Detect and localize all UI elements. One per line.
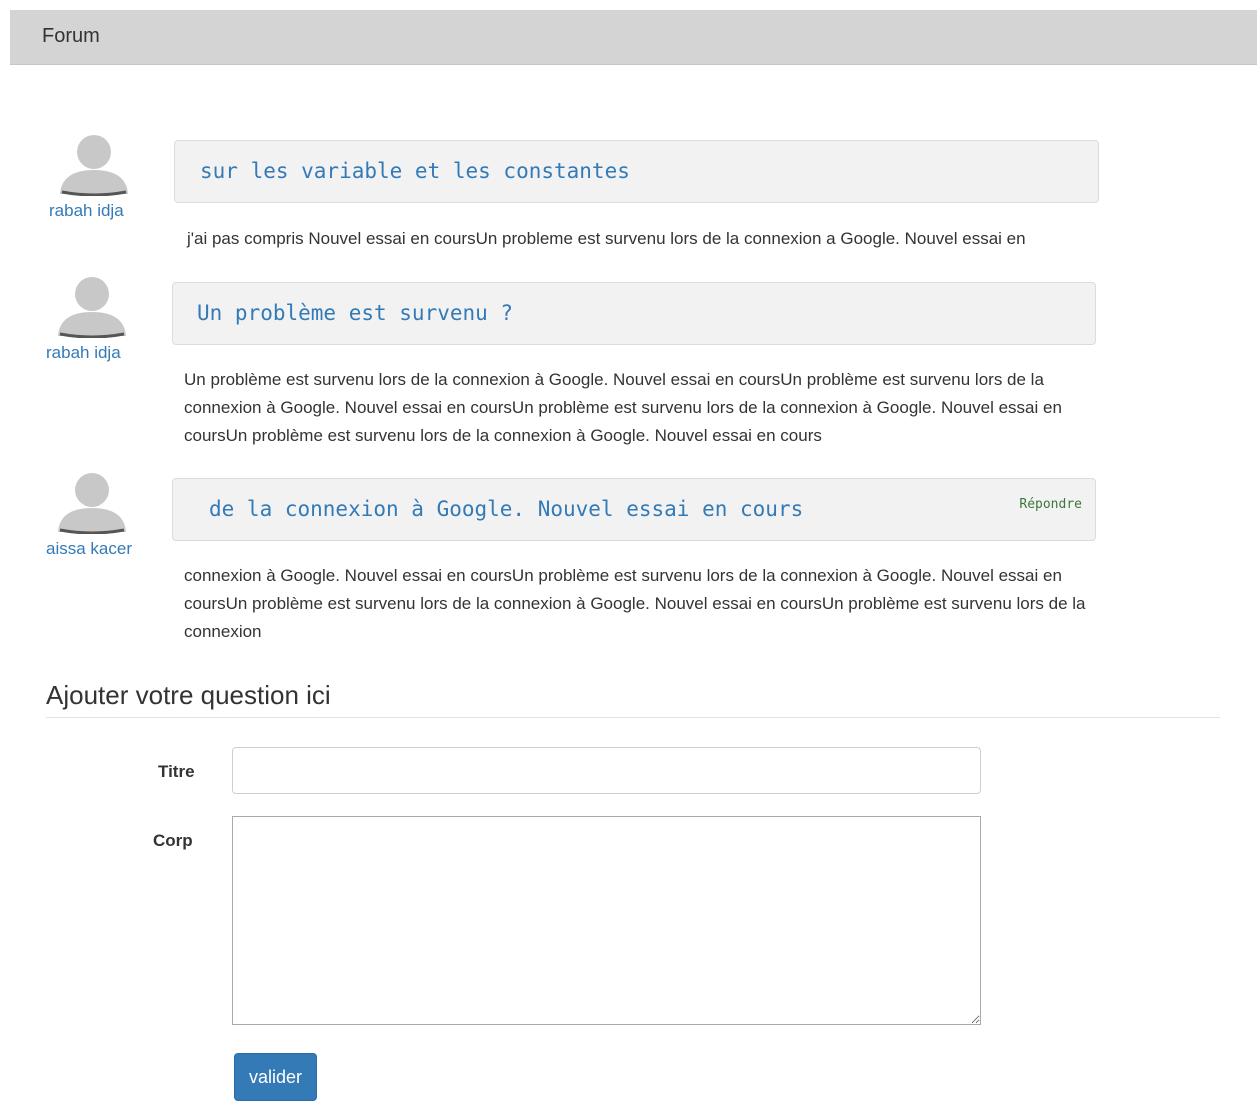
section-divider: [46, 717, 1220, 718]
post-author[interactable]: aissa kacer: [46, 539, 132, 559]
post-title-box: Un problème est survenu ?: [172, 282, 1096, 345]
user-silhouette-icon: [58, 277, 126, 338]
post-author[interactable]: rabah idja: [49, 201, 124, 221]
post-title-box: de la connexion à Google. Nouvel essai e…: [172, 478, 1096, 541]
reply-link[interactable]: Répondre: [1019, 497, 1082, 512]
post-body: Un problème est survenu lors de la conne…: [184, 370, 1062, 445]
post-body: connexion à Google. Nouvel essai en cour…: [184, 566, 1086, 641]
avatar: [54, 130, 134, 196]
post-title[interactable]: sur les variable et les constantes: [200, 159, 630, 183]
body-textarea[interactable]: [232, 816, 981, 1025]
title-label: Titre: [158, 762, 195, 781]
top-navbar: Forum: [10, 10, 1257, 65]
user-silhouette-icon: [58, 473, 126, 534]
post-title[interactable]: Un problème est survenu ?: [197, 301, 513, 325]
title-input[interactable]: [232, 747, 981, 794]
post-title[interactable]: de la connexion à Google. Nouvel essai e…: [209, 497, 803, 521]
post-title-box: sur les variable et les constantes: [174, 140, 1099, 203]
body-label: Corp: [153, 831, 193, 850]
avatar: [52, 468, 132, 534]
submit-button[interactable]: valider: [234, 1053, 317, 1101]
forum-title[interactable]: Forum: [42, 25, 100, 48]
avatar: [52, 272, 132, 338]
form-heading: Ajouter votre question ici: [46, 680, 331, 710]
user-silhouette-icon: [60, 135, 128, 196]
post-body: j'ai pas compris Nouvel essai en coursUn…: [187, 229, 1026, 248]
post-author[interactable]: rabah idja: [46, 343, 121, 363]
